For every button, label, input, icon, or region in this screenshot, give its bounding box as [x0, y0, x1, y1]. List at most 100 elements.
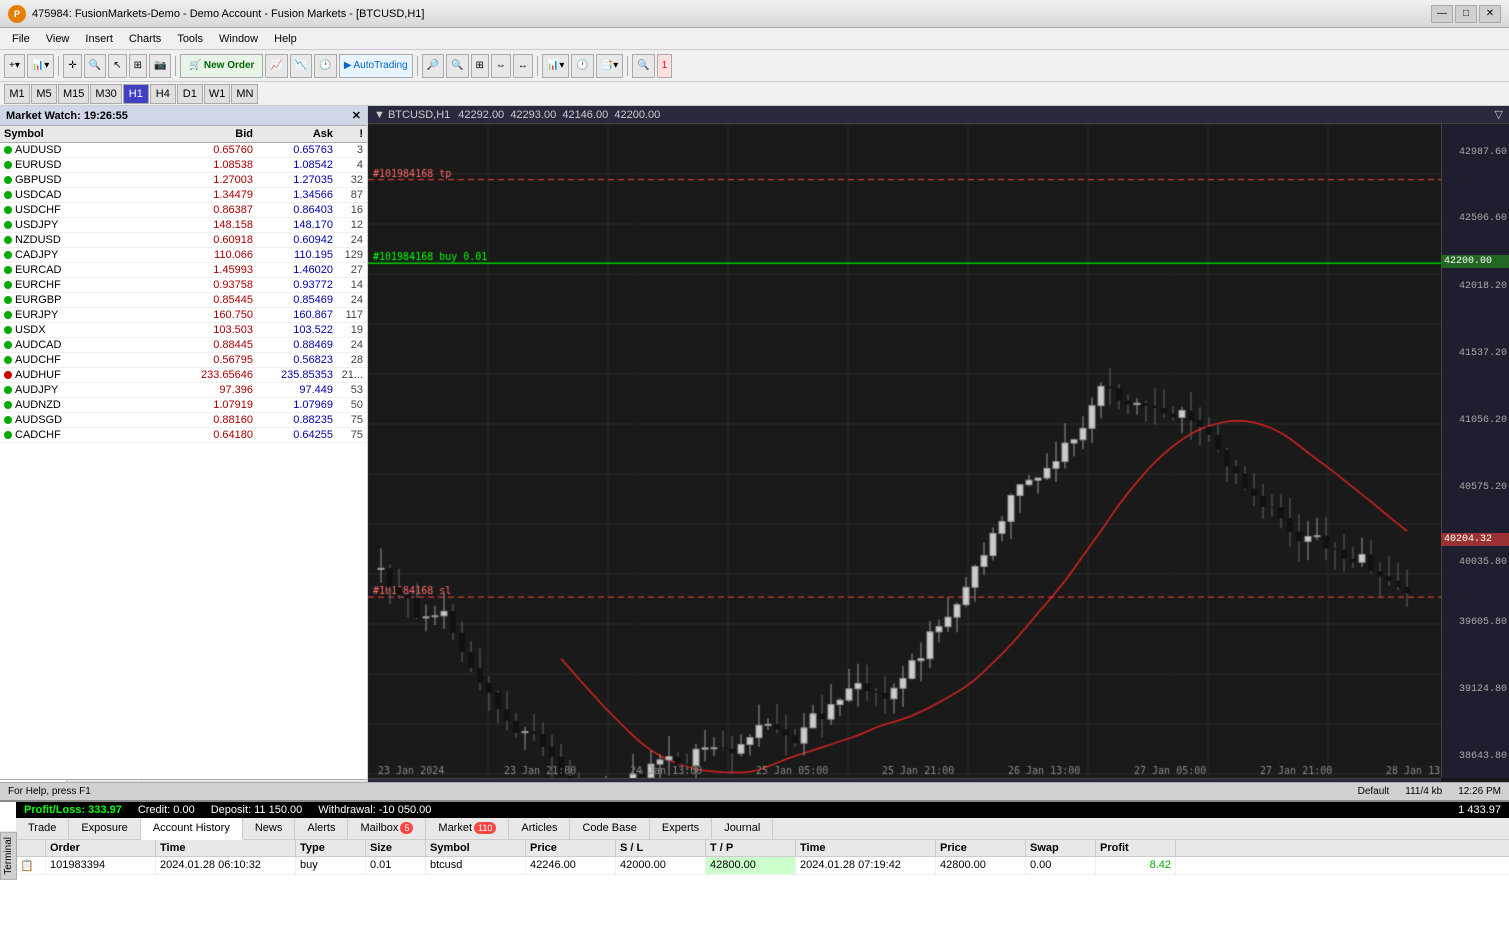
bottom-tab-codebase[interactable]: Code Base — [570, 818, 649, 839]
mw-dot — [4, 281, 12, 289]
bottom-tab-account-history[interactable]: Account History — [141, 818, 243, 840]
market-watch-row[interactable]: AUDCAD 0.88445 0.88469 24 — [0, 338, 367, 353]
close-button[interactable]: ✕ — [1479, 5, 1501, 23]
or-icon: 📋 — [16, 857, 46, 874]
bottom-tab-market[interactable]: Market110 — [426, 818, 509, 839]
tf-m15[interactable]: M15 — [58, 84, 89, 104]
tf-m30[interactable]: M30 — [90, 84, 121, 104]
app-logo: P — [8, 5, 26, 23]
tf-mn[interactable]: MN — [231, 84, 258, 104]
clock-button[interactable]: 🕐 — [571, 54, 593, 78]
maximize-button[interactable]: □ — [1455, 5, 1477, 23]
autotrading-button[interactable]: ▶ AutoTrading — [339, 54, 413, 78]
menu-view[interactable]: View — [38, 31, 78, 47]
status-time: 12:26 PM — [1458, 786, 1501, 797]
period-button[interactable]: ⊞ — [129, 54, 147, 78]
menu-help[interactable]: Help — [266, 31, 305, 47]
order-sell-button[interactable]: 📉 — [290, 54, 312, 78]
tf-h1[interactable]: H1 — [123, 84, 149, 104]
bottom-tab-exposure[interactable]: Exposure — [69, 818, 140, 839]
market-watch-row[interactable]: EURJPY 160.750 160.867 117 — [0, 308, 367, 323]
tf-m1[interactable]: M1 — [4, 84, 30, 104]
chart-canvas[interactable] — [368, 124, 1441, 778]
market-watch-row[interactable]: NZDUSD 0.60918 0.60942 24 — [0, 233, 367, 248]
cursor-button[interactable]: ↖ — [108, 54, 126, 78]
template-button[interactable]: 📑▾ — [596, 54, 623, 78]
bottom-tab-trade[interactable]: Trade — [16, 818, 69, 839]
history-button[interactable]: 🕐 — [314, 54, 336, 78]
market-watch-row[interactable]: GBPUSD 1.27003 1.27035 32 — [0, 173, 367, 188]
tf-w1[interactable]: W1 — [204, 84, 231, 104]
market-watch-row[interactable]: EURCAD 1.45993 1.46020 27 — [0, 263, 367, 278]
new-order-button[interactable]: 🛒 New Order — [180, 54, 263, 78]
terminal-side-tab[interactable]: Terminal — [0, 832, 17, 880]
mw-spread: 16 — [333, 204, 363, 216]
market-watch-row[interactable]: USDX 103.503 103.522 19 — [0, 323, 367, 338]
crosshair-button[interactable]: ✛ — [63, 54, 81, 78]
or-type: buy — [296, 857, 366, 874]
notification-button[interactable]: 1 — [657, 54, 673, 78]
mw-ask: 235.85353 — [253, 369, 333, 381]
zoom-in-button[interactable]: 🔍 — [84, 54, 106, 78]
bottom-tab-experts[interactable]: Experts — [650, 818, 712, 839]
market-watch-row[interactable]: AUDCHF 0.56795 0.56823 28 — [0, 353, 367, 368]
search-button[interactable]: 🔍 — [632, 54, 654, 78]
mw-symbol-name: AUDUSD — [4, 144, 173, 156]
market-watch-row[interactable]: EURCHF 0.93758 0.93772 14 — [0, 278, 367, 293]
market-watch-row[interactable]: AUDSGD 0.88160 0.88235 75 — [0, 413, 367, 428]
minimize-button[interactable]: — — [1431, 5, 1453, 23]
tf-m5[interactable]: M5 — [31, 84, 57, 104]
oh-order: Order — [46, 840, 156, 856]
menu-tools[interactable]: Tools — [169, 31, 211, 47]
bottom-tab-articles[interactable]: Articles — [509, 818, 570, 839]
pnl-profit-loss: Profit/Loss: 333.97 — [24, 804, 122, 816]
mw-symbol-name: AUDHUF — [4, 369, 173, 381]
tf-h4[interactable]: H4 — [150, 84, 176, 104]
market-watch-close[interactable]: ✕ — [352, 109, 361, 122]
mw-symbol-name: GBPUSD — [4, 174, 173, 186]
chart-scroll-button[interactable]: ⇔ — [491, 54, 511, 78]
market-watch-row[interactable]: AUDUSD 0.65760 0.65763 3 — [0, 143, 367, 158]
indicators-button[interactable]: 📊▾ — [542, 54, 569, 78]
mw-bid: 0.93758 — [173, 279, 253, 291]
market-watch-row[interactable]: AUDNZD 1.07919 1.07969 50 — [0, 398, 367, 413]
chart-autoscroll-button[interactable]: ↔ — [513, 54, 533, 78]
market-watch-row[interactable]: AUDJPY 97.396 97.449 53 — [0, 383, 367, 398]
menu-insert[interactable]: Insert — [77, 31, 121, 47]
toolbar-separator-4 — [537, 56, 538, 76]
bottom-tab-news[interactable]: News — [243, 818, 296, 839]
zoom-in-chart-button[interactable]: 🔍 — [446, 54, 468, 78]
pnl-withdrawal: Withdrawal: -10 050.00 — [318, 804, 431, 816]
new-session-button[interactable]: +▾ — [4, 54, 25, 78]
mw-bid: 0.85445 — [173, 294, 253, 306]
market-watch-row[interactable]: AUDHUF 233.65646 235.85353 21... — [0, 368, 367, 383]
market-watch-row[interactable]: EURUSD 1.08538 1.08542 4 — [0, 158, 367, 173]
menu-window[interactable]: Window — [211, 31, 266, 47]
chart-grid-button[interactable]: ⊞ — [471, 54, 489, 78]
order-buy-button[interactable]: 📈 — [265, 54, 287, 78]
menu-file[interactable]: File — [4, 31, 38, 47]
mw-symbol-text: EURJPY — [15, 309, 58, 321]
tf-d1[interactable]: D1 — [177, 84, 203, 104]
bottom-tab-mailbox[interactable]: Mailbox5 — [348, 818, 426, 839]
mw-symbol-text: EURGBP — [15, 294, 61, 306]
market-watch-row[interactable]: USDCHF 0.86387 0.86403 16 — [0, 203, 367, 218]
mw-dot — [4, 416, 12, 424]
bottom-tab-journal[interactable]: Journal — [712, 818, 773, 839]
mw-dot — [4, 191, 12, 199]
market-watch-row[interactable]: USDJPY 148.158 148.170 12 — [0, 218, 367, 233]
market-watch-row[interactable]: EURGBP 0.85445 0.85469 24 — [0, 293, 367, 308]
mw-symbol-name: AUDCHF — [4, 354, 173, 366]
zoom-out-chart-button[interactable]: 🔎 — [422, 54, 444, 78]
bottom-tab-alerts[interactable]: Alerts — [295, 818, 348, 839]
market-watch-row[interactable]: CADJPY 110.066 110.195 129 — [0, 248, 367, 263]
chart-type-button[interactable]: 📊▾ — [27, 54, 54, 78]
price-label: 41537.20 — [1459, 348, 1507, 359]
price-label: 39605.80 — [1459, 617, 1507, 628]
market-watch-row[interactable]: USDCAD 1.34479 1.34566 87 — [0, 188, 367, 203]
chart-canvas-container[interactable]: AUDUSD,H4 EURUSD,H4 GBPUSD,Daily USDCAD,… — [368, 124, 1509, 800]
menu-charts[interactable]: Charts — [121, 31, 169, 47]
market-watch-row[interactable]: CADCHF 0.64180 0.64255 75 — [0, 428, 367, 443]
mw-dot — [4, 251, 12, 259]
screenshot-button[interactable]: 📷 — [149, 54, 171, 78]
